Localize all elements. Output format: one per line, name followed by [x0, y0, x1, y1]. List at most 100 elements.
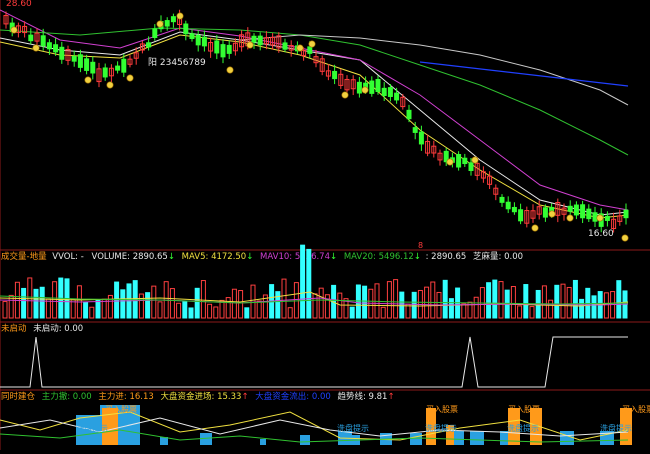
flow-blue-bar [120, 435, 130, 445]
dapan-in-arrow: ↑ [241, 392, 248, 402]
price-high-label: 28.60 [6, 0, 32, 9]
volume-bar [95, 299, 101, 319]
volume-bar [572, 279, 578, 319]
volume-bar [138, 293, 144, 319]
candle-body [511, 206, 517, 213]
volume-bar [318, 287, 324, 319]
candle-body [59, 46, 65, 60]
candle-body [53, 44, 59, 53]
volume-bar [399, 291, 405, 319]
zhuli-jin-value: 主力进: 16.13 [98, 391, 153, 402]
volume-bar [603, 292, 609, 319]
flow-blue-bar [260, 439, 266, 445]
volume-bar [89, 306, 95, 319]
volume-bar [176, 302, 182, 319]
coin-marker [621, 234, 629, 242]
flow-blue-bar [300, 435, 310, 445]
volume-bar [579, 298, 585, 319]
price-low-label: 16.60 [588, 229, 614, 239]
candle-body [170, 16, 176, 23]
volume-bar [207, 303, 213, 319]
coin-marker [361, 86, 369, 94]
volume-bar [145, 292, 151, 319]
mav5-arrow: ↓ [246, 252, 253, 262]
candle-body [201, 36, 207, 47]
coin-marker [471, 156, 479, 164]
flow-title: 同时建仓 [1, 391, 36, 402]
zhuli-tui-value: 主力撤: 0.00 [42, 391, 92, 402]
coin-marker [596, 214, 604, 222]
coin-marker [106, 81, 114, 89]
volume-bar [114, 281, 120, 319]
signal-header: 未启动 未启动: 0.00 [1, 323, 83, 334]
volume-bar [39, 286, 45, 319]
candle-body [46, 42, 52, 50]
candle-body [84, 58, 90, 71]
volume-bar [169, 288, 175, 319]
candle-body [183, 23, 189, 35]
volume-bar [517, 305, 523, 319]
candle-body [375, 78, 381, 92]
volume-bar [473, 296, 479, 319]
candle-body [251, 35, 257, 43]
stock-chart-canvas[interactable]: 28.60 阳 23456789 16.60 8 成交量-地量 VVOL: - … [0, 0, 650, 450]
coin-marker [296, 44, 304, 52]
wash-label-2: 洗盘提示 [337, 423, 369, 433]
volume-arrow: ↓ [168, 252, 175, 262]
candle-body [77, 54, 83, 68]
volume-bar [27, 277, 33, 319]
coin-marker [10, 26, 18, 34]
candle-body [586, 208, 592, 220]
candle-body [592, 212, 598, 222]
candle-body [28, 34, 34, 42]
candle-body [573, 204, 579, 216]
coin-marker [531, 224, 539, 232]
wash-label-4: 洗盘提示 [507, 423, 539, 433]
candle-body [189, 33, 195, 39]
volume-bar [219, 299, 225, 319]
signal-line [0, 336, 628, 388]
volume-bar [324, 294, 330, 319]
stock-chart-window: 28.60 阳 23456789 16.60 8 成交量-地量 VVOL: - … [0, 0, 650, 450]
trend-arrow: ↑ [387, 392, 394, 402]
moving-average-line [0, 9, 629, 211]
volume-bar [45, 298, 51, 319]
candle-body [505, 201, 511, 210]
volume-bar [337, 292, 343, 319]
volume-bar [83, 301, 89, 319]
buy-label-3: 买入股票 [508, 405, 540, 414]
candle-body [468, 162, 474, 172]
volume-bar [486, 282, 492, 319]
volume-bar [200, 280, 206, 319]
volume-bar [151, 285, 157, 319]
candle-body [332, 70, 338, 80]
coin-marker [548, 210, 556, 218]
volume-bar [312, 293, 318, 319]
volume-extra-value: : 2890.65 [426, 252, 467, 262]
candle-body [499, 196, 505, 203]
candle-body [580, 204, 586, 219]
volume-bar [355, 284, 361, 319]
volume-bar [362, 285, 368, 319]
volume-header: 成交量-地量 VVOL: - VOLUME: 2890.65↓ MAV5: 41… [1, 251, 523, 262]
volume-bar [231, 288, 237, 319]
candle-body [152, 28, 158, 39]
coin-marker [226, 66, 234, 74]
volume-bar [554, 284, 560, 319]
mav20-arrow: ↓ [414, 252, 421, 262]
candle-body [418, 131, 424, 145]
coin-marker [84, 76, 92, 84]
mav5-value: MAV5: 4172.50 [182, 252, 247, 262]
volume-bar [393, 279, 399, 319]
candlestick-series [3, 9, 629, 233]
volume-bar [250, 284, 256, 319]
candle-body [164, 20, 170, 27]
candle-body [456, 154, 462, 168]
volume-title: 成交量-地量 [1, 251, 47, 262]
candle-body [406, 109, 412, 120]
volume-bar [33, 288, 39, 319]
volume-bar [213, 306, 219, 319]
volume-bar [560, 283, 566, 319]
volume-bar [194, 287, 200, 319]
buy-label-4: 买入股票 [622, 405, 650, 414]
